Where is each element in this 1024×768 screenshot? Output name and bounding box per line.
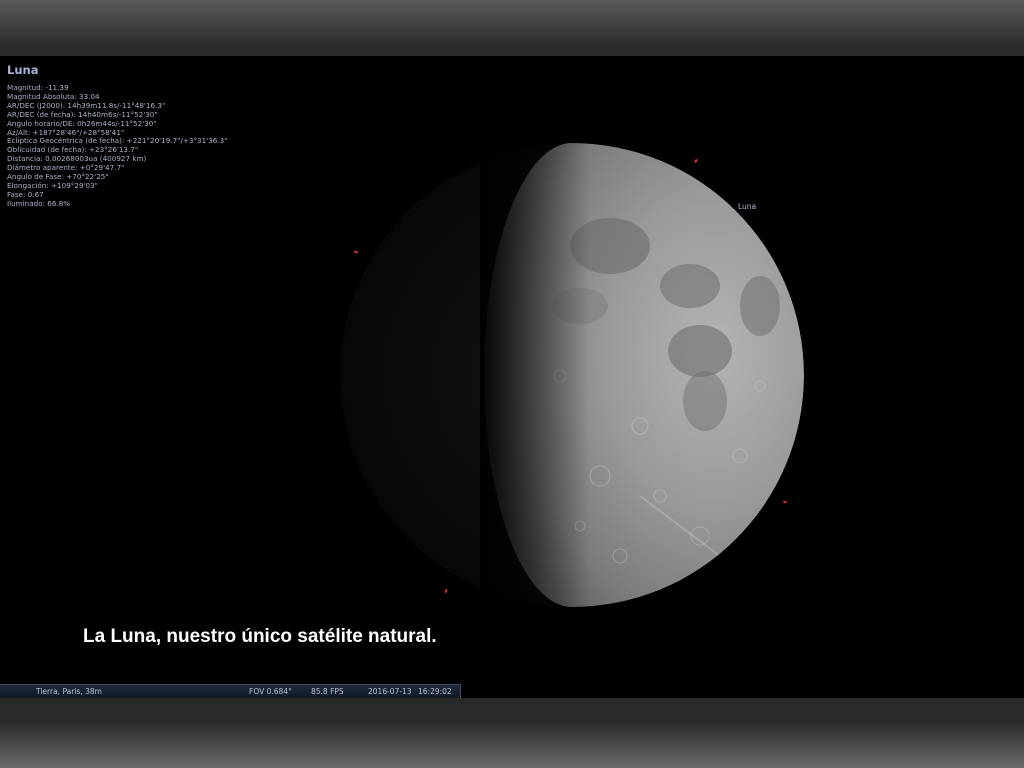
fps-readout: 85.8 FPS <box>311 687 344 696</box>
sky-object-label[interactable]: Luna <box>738 202 756 211</box>
object-title: Luna <box>7 63 39 77</box>
object-info-panel: Luna Magnitud: -11.39 Magnitud Absoluta:… <box>7 64 228 209</box>
date-readout[interactable]: 2016-07-13 <box>368 687 412 696</box>
fov-readout: FOV 0.684° <box>249 687 292 696</box>
slide-caption: La Luna, nuestro único satélite natural. <box>83 626 437 647</box>
planetarium-view[interactable]: Luna Luna Magnitud: -11.39 Magnitud Abso… <box>0 56 1024 698</box>
location-readout[interactable]: Tierra, Paris, 38m <box>36 687 102 696</box>
time-readout[interactable]: 16:29:02 <box>418 687 452 696</box>
info-line: Iluminado: 66.8% <box>7 198 71 208</box>
status-bar[interactable]: Tierra, Paris, 38m FOV 0.684° 85.8 FPS 2… <box>0 684 461 698</box>
